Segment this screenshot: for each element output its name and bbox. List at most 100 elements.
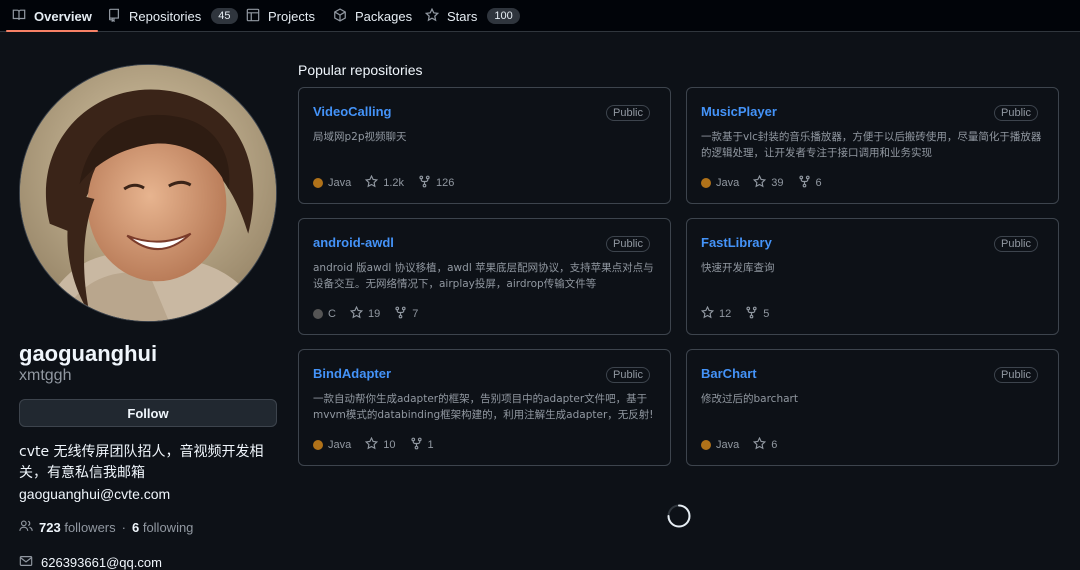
package-icon: [333, 7, 347, 25]
repo-card: MusicPlayer Public 一款基于vlc封装的音乐播放器，方便于以后…: [686, 87, 1059, 204]
repo-language: Java: [313, 177, 351, 189]
tab-stars[interactable]: Stars 100: [424, 0, 520, 32]
repositories-count: 45: [211, 8, 238, 24]
repo-stars-link[interactable]: 12: [700, 305, 732, 322]
language-label: Java: [328, 177, 352, 189]
profile-bio: cvte 无线传屏团队招人，音视频开发相关，有意私信我邮箱: [19, 444, 264, 481]
repo-description: 修改过后的barchart: [701, 393, 798, 405]
repo-name-link[interactable]: android-awdl: [313, 235, 394, 250]
stars-count: 1.2k: [383, 177, 405, 189]
repo-icon: [107, 8, 121, 25]
visibility-badge: Public: [994, 367, 1038, 383]
tab-packages[interactable]: Packages: [333, 0, 412, 32]
visibility-badge: Public: [994, 236, 1038, 252]
stars-count: 19: [367, 308, 381, 320]
repo-forks-link[interactable]: 5: [745, 306, 769, 322]
repo-name-link[interactable]: BindAdapter: [313, 366, 391, 381]
language-label: Java: [716, 177, 740, 189]
repo-forks-link[interactable]: 7: [394, 306, 418, 322]
repo-description: android 版awdl 协议移植，awdl 苹果底层配网协议，支持苹果点对点…: [313, 262, 654, 290]
popular-repositories-heading: Popular repositories: [298, 62, 423, 78]
language-color-dot: [313, 309, 323, 319]
tab-label: Projects: [268, 8, 315, 24]
book-icon: [12, 8, 26, 25]
stars-count: 100: [487, 8, 520, 24]
repo-description: 局域网p2p视频聊天: [313, 131, 407, 143]
repo-card: FastLibrary Public 快速开发库查询 12 5: [686, 218, 1059, 335]
bio-email: gaoguanghui@cvte.com: [19, 486, 171, 502]
repo-language: C: [313, 308, 336, 320]
follow-button[interactable]: Follow: [19, 399, 277, 427]
language-label: Java: [328, 439, 352, 451]
repo-meta: Java 10 1: [313, 436, 434, 453]
stars-count: 12: [719, 308, 732, 320]
language-color-dot: [701, 178, 711, 188]
follow-stats: 723 followers · 6 following: [19, 519, 193, 536]
repo-forks-link[interactable]: 6: [798, 175, 822, 191]
tab-overview[interactable]: Overview: [6, 0, 98, 32]
repo-forks-link[interactable]: 1: [410, 437, 434, 453]
separator: ·: [121, 520, 126, 535]
repo-stars-link[interactable]: 39: [753, 174, 784, 191]
repo-name-link[interactable]: BarChart: [701, 366, 757, 381]
star-icon: [365, 436, 379, 453]
repo-card: BarChart Public 修改过后的barchart Java 6: [686, 349, 1059, 466]
repo-meta: Java 39 6: [701, 174, 822, 191]
repo-stars-link[interactable]: 6: [753, 436, 777, 453]
repo-language: Java: [701, 439, 739, 451]
language-color-dot: [313, 440, 323, 450]
star-icon: [753, 174, 767, 191]
following-link[interactable]: 6 following: [132, 520, 193, 535]
repo-card: BindAdapter Public 一款自动帮你生成adapter的框架，告别…: [298, 349, 671, 466]
mail-icon: [19, 554, 33, 570]
followers-link[interactable]: 723 followers: [39, 520, 116, 535]
fork-icon: [745, 306, 758, 322]
repo-name-link[interactable]: FastLibrary: [701, 235, 772, 250]
forks-count: 6: [815, 177, 822, 189]
repo-forks-link[interactable]: 126: [418, 175, 454, 191]
language-color-dot: [701, 440, 711, 450]
fork-icon: [798, 175, 811, 191]
tab-label: Overview: [34, 8, 92, 24]
star-icon: [700, 305, 715, 322]
repo-card: VideoCalling Public 局域网p2p视频聊天 Java 1.2k 1…: [298, 87, 671, 204]
repo-meta: C 19 7: [313, 305, 418, 322]
tab-repositories[interactable]: Repositories 45: [107, 0, 238, 32]
forks-count: 1: [427, 439, 434, 451]
following-label: following: [142, 520, 194, 535]
tab-label: Repositories: [129, 8, 202, 24]
fork-icon: [410, 437, 423, 453]
visibility-badge: Public: [606, 367, 650, 383]
repo-name-link[interactable]: VideoCalling: [313, 104, 392, 119]
tab-projects[interactable]: Projects: [246, 0, 315, 32]
repo-meta: Java 1.2k 126: [313, 174, 454, 191]
profile-username: xmtggh: [19, 367, 72, 384]
visibility-badge: Public: [606, 105, 650, 121]
repo-language: Java: [313, 439, 351, 451]
star-icon: [349, 305, 364, 322]
people-icon: [19, 519, 33, 536]
loading-spinner-icon: [667, 504, 691, 528]
contact-email[interactable]: 626393661@qq.com: [19, 554, 162, 570]
language-label: C: [328, 308, 336, 320]
visibility-badge: Public: [994, 105, 1038, 121]
repo-stars-link[interactable]: 1.2k: [365, 174, 405, 191]
avatar[interactable]: [19, 64, 277, 322]
star-icon: [365, 174, 379, 191]
repo-meta: Java 6: [701, 436, 777, 453]
star-icon: [753, 436, 767, 453]
repo-stars-link[interactable]: 10: [365, 436, 396, 453]
tab-label: Packages: [355, 8, 413, 24]
table-icon: [246, 8, 260, 25]
avatar-photo: [20, 65, 276, 321]
language-color-dot: [313, 178, 323, 188]
visibility-badge: Public: [606, 236, 650, 252]
repo-card: android-awdl Public android 版awdl 协议移植，a…: [298, 218, 671, 335]
repo-name-link[interactable]: MusicPlayer: [701, 104, 777, 119]
fork-icon: [394, 306, 407, 322]
contact-email-text: 626393661@qq.com: [41, 555, 162, 570]
repo-language: Java: [701, 177, 739, 189]
tab-label: Stars: [447, 8, 478, 24]
repo-stars-link[interactable]: 19: [349, 305, 381, 322]
stars-count: 39: [771, 177, 784, 189]
